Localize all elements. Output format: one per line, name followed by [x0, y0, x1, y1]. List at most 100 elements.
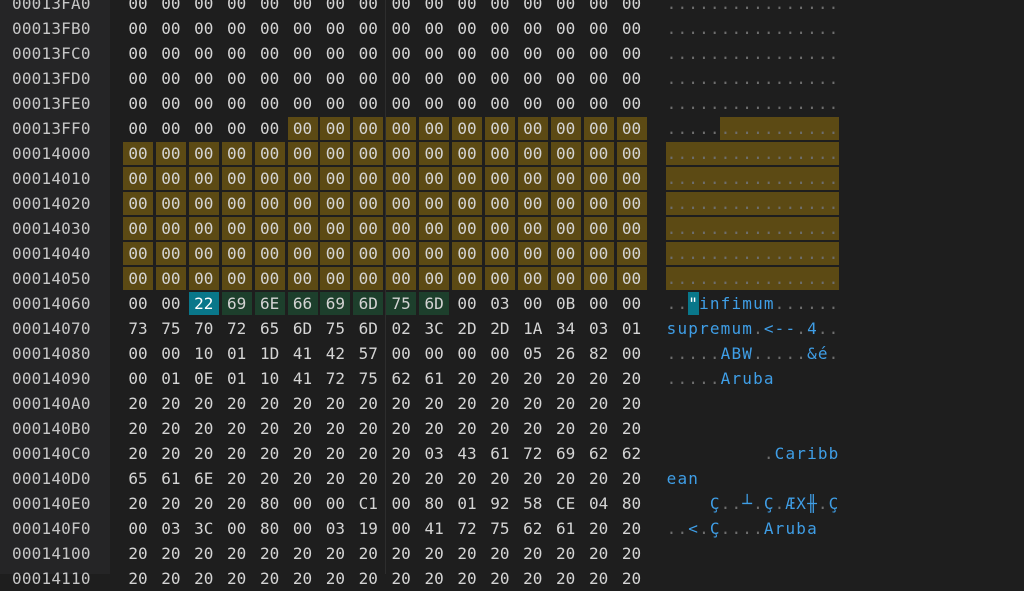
hex-byte[interactable]: 62 [617, 442, 647, 465]
hex-byte[interactable]: 00 [222, 517, 252, 540]
hex-byte[interactable]: 00 [517, 167, 548, 190]
hex-byte[interactable]: 20 [189, 542, 219, 565]
hex-byte[interactable]: 00 [583, 117, 614, 140]
hex-byte[interactable]: 20 [584, 367, 614, 390]
hex-byte[interactable]: 82 [584, 342, 614, 365]
hex-byte[interactable]: 20 [386, 442, 416, 465]
hex-byte[interactable]: 20 [156, 492, 186, 515]
hex-row[interactable]: 00014090 00 01 0E 01 10 41 72 75 62 61 20 20 20 20 20 20… [0, 366, 1024, 391]
hex-byte[interactable]: 00 [156, 292, 186, 315]
hex-byte[interactable]: 75 [353, 367, 383, 390]
hex-byte[interactable]: 20 [419, 392, 449, 415]
hex-byte[interactable]: 20 [386, 467, 416, 490]
hex-byte[interactable]: 00 [123, 217, 153, 240]
hex-byte[interactable]: 00 [123, 0, 153, 15]
hex-byte[interactable]: 00 [287, 167, 318, 190]
hex-byte[interactable]: 00 [419, 267, 450, 290]
hex-byte[interactable]: 20 [156, 542, 186, 565]
hex-byte[interactable]: 00 [156, 42, 186, 65]
hex-byte[interactable]: 00 [583, 217, 614, 240]
hex-byte[interactable]: 20 [452, 392, 482, 415]
hex-byte[interactable]: 61 [485, 442, 515, 465]
hex-byte[interactable]: 00 [320, 217, 351, 240]
hex-byte[interactable]: 00 [188, 242, 219, 265]
hex-row[interactable]: 00013FD0 00 00 00 00 00 00 00 00 00 00 00 00 00 00 00 00… [0, 66, 1024, 91]
hex-byte[interactable]: 00 [386, 242, 417, 265]
hex-byte[interactable]: 34 [551, 317, 581, 340]
hex-byte[interactable]: 00 [452, 267, 482, 290]
hex-byte[interactable]: 00 [484, 267, 515, 290]
hex-byte[interactable]: 00 [584, 292, 614, 315]
hex-byte[interactable]: 00 [518, 42, 548, 65]
hex-byte[interactable]: 80 [255, 492, 285, 515]
hex-byte[interactable]: 00 [386, 492, 416, 515]
hex-byte[interactable]: 00 [155, 192, 186, 215]
hex-byte[interactable]: 01 [617, 317, 647, 340]
hex-byte[interactable]: 00 [518, 17, 548, 40]
hex-byte[interactable]: 05 [518, 342, 548, 365]
hex-byte[interactable]: 20 [419, 542, 449, 565]
hex-row[interactable]: 00014080 00 00 10 01 1D 41 42 57 00 00 00 00 05 26 82 00… [0, 341, 1024, 366]
hex-byte[interactable]: 00 [452, 0, 482, 15]
hex-byte[interactable]: 00 [616, 267, 647, 290]
hex-byte[interactable]: 20 [353, 442, 383, 465]
hex-byte[interactable]: 00 [156, 92, 186, 115]
hex-byte[interactable]: 20 [485, 467, 515, 490]
hex-byte[interactable]: 00 [155, 267, 186, 290]
hex-byte[interactable]: 00 [123, 42, 153, 65]
hex-byte[interactable]: 80 [419, 492, 449, 515]
hex-row[interactable]: 000140D0 65 61 6E 20 20 20 20 20 20 20 20 20 20 20 20 20… [0, 466, 1024, 491]
hex-byte[interactable]: 00 [517, 192, 548, 215]
hex-byte[interactable]: 00 [617, 0, 647, 15]
hex-byte[interactable]: 00 [188, 217, 219, 240]
hex-byte[interactable]: 00 [353, 217, 384, 240]
hex-byte[interactable]: 00 [222, 117, 252, 140]
hex-byte[interactable]: 00 [320, 117, 351, 140]
hex-byte[interactable]: 00 [155, 167, 186, 190]
hex-byte[interactable]: 20 [353, 392, 383, 415]
hex-byte[interactable]: 00 [123, 17, 153, 40]
hex-byte[interactable]: 00 [288, 42, 318, 65]
hex-byte[interactable]: 00 [255, 117, 285, 140]
hex-byte[interactable]: 00 [353, 142, 384, 165]
hex-byte[interactable]: 00 [221, 267, 252, 290]
hex-byte[interactable]: 20 [222, 392, 252, 415]
hex-byte[interactable]: 20 [255, 442, 285, 465]
hex-byte[interactable]: 2D [452, 317, 482, 340]
hex-byte[interactable]: 20 [617, 567, 647, 590]
hex-byte[interactable]: 57 [353, 342, 383, 365]
hex-byte[interactable]: 00 [485, 0, 515, 15]
hex-byte[interactable]: 20 [320, 392, 350, 415]
hex-row[interactable]: 00014030 00 00 00 00 00 00 00 00 00 00 00 00 00 00 00 00… [0, 216, 1024, 241]
hex-byte[interactable]: 00 [583, 167, 614, 190]
hex-byte[interactable]: 20 [518, 417, 548, 440]
hex-byte[interactable]: 69 [551, 442, 581, 465]
hex-byte[interactable]: 6D [353, 317, 383, 340]
hex-row[interactable]: 00014100 20 20 20 20 20 20 20 20 20 20 20 20 20 20 20 20 [0, 541, 1024, 566]
hex-byte[interactable]: 00 [254, 267, 285, 290]
hex-byte[interactable]: 00 [386, 142, 417, 165]
hex-byte[interactable]: 20 [551, 542, 581, 565]
hex-byte[interactable]: 1D [255, 342, 285, 365]
hex-row[interactable]: 00013FC0 00 00 00 00 00 00 00 00 00 00 00 00 00 00 00 00… [0, 41, 1024, 66]
hex-byte[interactable]: 00 [485, 342, 515, 365]
hex-byte[interactable]: 00 [452, 167, 482, 190]
hex-byte[interactable]: 20 [255, 417, 285, 440]
hex-byte[interactable]: 72 [518, 442, 548, 465]
hex-byte[interactable]: 00 [221, 242, 252, 265]
hex-row[interactable]: 00013FB0 00 00 00 00 00 00 00 00 00 00 00 00 00 00 00 00… [0, 16, 1024, 41]
hex-byte[interactable]: 00 [287, 242, 318, 265]
hex-byte[interactable]: 00 [386, 342, 416, 365]
hex-row[interactable]: 000140F0 00 03 3C 00 80 00 03 19 00 41 72 75 62 61 20 20… [0, 516, 1024, 541]
hex-byte[interactable]: 00 [616, 217, 647, 240]
hex-byte[interactable]: 20 [189, 442, 219, 465]
hex-byte[interactable]: 92 [485, 492, 515, 515]
hex-byte[interactable]: 00 [419, 192, 450, 215]
hex-byte[interactable]: 3C [189, 517, 219, 540]
hex-byte[interactable]: 20 [189, 567, 219, 590]
hex-byte[interactable]: 00 [419, 342, 449, 365]
hex-byte[interactable]: 20 [617, 417, 647, 440]
hex-byte[interactable]: 00 [616, 192, 647, 215]
hex-byte[interactable]: 00 [386, 67, 416, 90]
hex-byte[interactable]: 00 [353, 167, 384, 190]
